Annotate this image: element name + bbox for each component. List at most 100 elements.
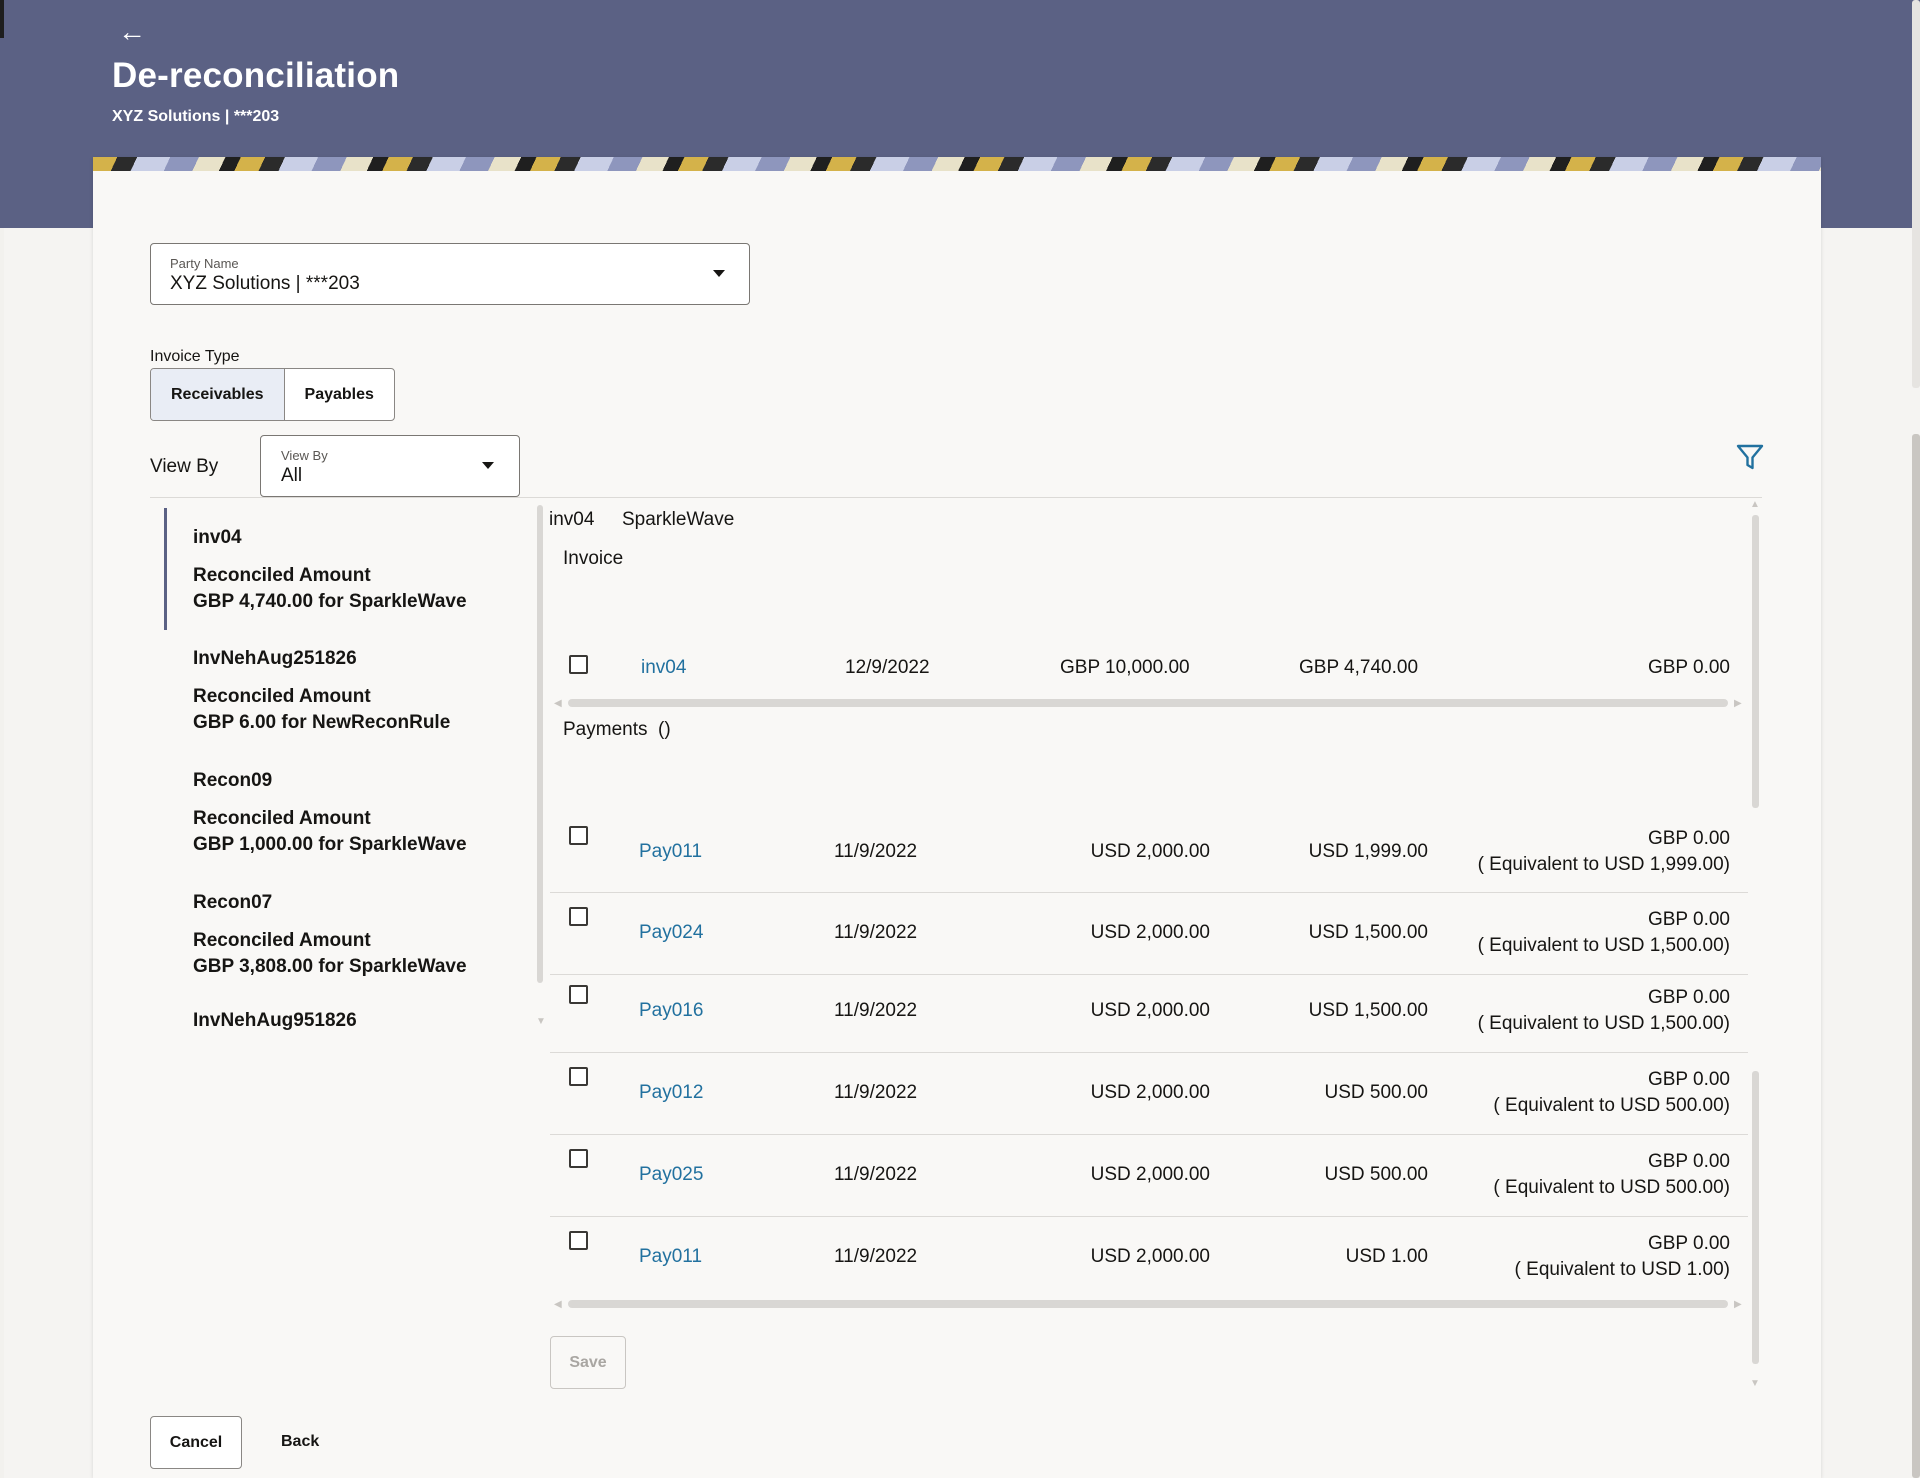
invoice-outstanding: GBP 0.00 bbox=[1647, 657, 1730, 678]
page-scrollbar-track bbox=[1912, 0, 1920, 388]
payment-reconciled: USD 1,999.00 bbox=[1308, 841, 1428, 862]
row-divider bbox=[550, 1134, 1748, 1135]
list-item-amount: Reconciled Amount GBP 6.00 for NewReconR… bbox=[193, 684, 450, 736]
payment-equivalent: ( Equivalent to USD 1,999.00) bbox=[1477, 854, 1730, 875]
payment-link[interactable]: Pay011 bbox=[639, 841, 702, 863]
party-name-value: XYZ Solutions | ***203 bbox=[170, 273, 360, 294]
invoice-date: 12/9/2022 bbox=[845, 657, 930, 678]
chevron-down-icon bbox=[713, 270, 725, 277]
scroll-down-icon[interactable]: ▼ bbox=[1750, 1378, 1760, 1389]
view-by-select[interactable]: View By All bbox=[260, 435, 520, 497]
party-name-select[interactable]: Party Name XYZ Solutions | ***203 bbox=[150, 243, 750, 305]
invoice-hscrollbar[interactable] bbox=[568, 699, 1728, 707]
payment-amount: USD 2,000.00 bbox=[1090, 1246, 1210, 1267]
list-item[interactable]: InvNehAug251826 Reconciled Amount GBP 6.… bbox=[193, 648, 450, 736]
filter-icon[interactable] bbox=[1735, 442, 1765, 472]
invoice-type-toggle: Receivables Payables bbox=[150, 368, 395, 421]
view-by-value: All bbox=[281, 465, 303, 486]
payment-date: 11/9/2022 bbox=[834, 1082, 918, 1103]
payment-amount: USD 2,000.00 bbox=[1090, 1082, 1210, 1103]
row-divider bbox=[550, 974, 1748, 975]
left-edge bbox=[0, 228, 4, 1478]
payments-heading: Payments () bbox=[563, 719, 671, 741]
page-subtitle: XYZ Solutions | ***203 bbox=[112, 108, 280, 125]
row-divider bbox=[550, 1052, 1748, 1053]
payment-reconciled: USD 500.00 bbox=[1324, 1164, 1428, 1185]
list-item[interactable]: InvNehAug951826 bbox=[193, 1010, 357, 1032]
payment-link[interactable]: Pay016 bbox=[639, 1000, 703, 1022]
payment-equivalent: ( Equivalent to USD 1,500.00) bbox=[1477, 935, 1730, 956]
amount-label: Reconciled Amount bbox=[193, 808, 371, 829]
receivables-option[interactable]: Receivables bbox=[151, 369, 285, 420]
save-button[interactable]: Save bbox=[550, 1336, 626, 1389]
list-item-title: Recon07 bbox=[193, 892, 273, 913]
payment-amount: USD 2,000.00 bbox=[1090, 1164, 1210, 1185]
payment-link[interactable]: Pay025 bbox=[639, 1164, 703, 1186]
scroll-right-icon[interactable]: ▶ bbox=[1734, 1299, 1742, 1310]
payment-checkbox[interactable] bbox=[569, 1149, 588, 1168]
list-item-title: inv04 bbox=[193, 527, 242, 548]
invoice-heading: Invoice bbox=[563, 548, 624, 569]
back-button[interactable]: Back bbox=[281, 1433, 319, 1451]
payment-link[interactable]: Pay012 bbox=[639, 1082, 703, 1104]
page-title: De-reconciliation bbox=[112, 56, 400, 95]
payment-checkbox[interactable] bbox=[569, 907, 588, 926]
payment-link[interactable]: Pay024 bbox=[639, 922, 703, 944]
payment-date: 11/9/2022 bbox=[834, 1000, 918, 1021]
payment-outstanding: GBP 0.00 bbox=[1647, 987, 1730, 1008]
list-item[interactable]: inv04 Reconciled Amount GBP 4,740.00 for… bbox=[193, 527, 467, 615]
payment-checkbox[interactable] bbox=[569, 1231, 588, 1250]
amount-label: Reconciled Amount bbox=[193, 686, 371, 707]
invoice-type-label: Invoice Type bbox=[150, 348, 240, 365]
scroll-left-icon[interactable]: ◀ bbox=[554, 698, 562, 709]
cancel-button[interactable]: Cancel bbox=[150, 1416, 242, 1469]
left-arrow-icon[interactable]: ← bbox=[118, 18, 146, 46]
payment-amount: USD 2,000.00 bbox=[1090, 1000, 1210, 1021]
amount-label: Reconciled Amount bbox=[193, 565, 371, 586]
payment-equivalent: ( Equivalent to USD 500.00) bbox=[1493, 1095, 1730, 1116]
payment-equivalent: ( Equivalent to USD 1,500.00) bbox=[1477, 1013, 1730, 1034]
amount-value: GBP 4,740.00 for SparkleWave bbox=[193, 591, 467, 612]
payment-checkbox[interactable] bbox=[569, 985, 588, 1004]
view-by-select-label: View By bbox=[281, 448, 328, 463]
amount-value: GBP 3,808.00 for SparkleWave bbox=[193, 956, 467, 977]
topbar-edge bbox=[0, 0, 4, 38]
detail-invoice-id: inv04 bbox=[549, 509, 595, 530]
scroll-right-icon[interactable]: ▶ bbox=[1734, 698, 1742, 709]
list-item-title: InvNehAug251826 bbox=[193, 648, 357, 669]
card-banner bbox=[93, 157, 1821, 171]
chevron-down-icon bbox=[482, 462, 494, 469]
detail-scrollbar[interactable] bbox=[1752, 515, 1759, 808]
payment-checkbox[interactable] bbox=[569, 1067, 588, 1086]
row-divider bbox=[550, 1216, 1748, 1217]
amount-label: Reconciled Amount bbox=[193, 930, 371, 951]
payment-date: 11/9/2022 bbox=[834, 841, 918, 862]
payment-outstanding: GBP 0.00 bbox=[1647, 1233, 1730, 1254]
payables-option[interactable]: Payables bbox=[285, 369, 394, 420]
list-item[interactable]: Recon07 Reconciled Amount GBP 3,808.00 f… bbox=[193, 892, 467, 980]
scroll-left-icon[interactable]: ◀ bbox=[554, 1299, 562, 1310]
payment-link[interactable]: Pay011 bbox=[639, 1246, 702, 1268]
list-item-amount: Reconciled Amount GBP 4,740.00 for Spark… bbox=[193, 563, 467, 615]
payment-reconciled: USD 1.00 bbox=[1345, 1246, 1428, 1267]
payment-reconciled: USD 1,500.00 bbox=[1308, 922, 1428, 943]
scroll-down-icon[interactable]: ▼ bbox=[536, 1016, 546, 1027]
scroll-up-icon[interactable]: ▲ bbox=[1750, 499, 1760, 510]
detail-party: SparkleWave bbox=[622, 509, 735, 530]
selected-indicator bbox=[164, 508, 167, 630]
payment-outstanding: GBP 0.00 bbox=[1647, 828, 1730, 849]
detail-scrollbar-lower[interactable] bbox=[1752, 1071, 1759, 1364]
side-list-scrollbar[interactable] bbox=[537, 505, 543, 983]
page-scrollbar[interactable] bbox=[1912, 434, 1920, 1478]
payment-reconciled: USD 500.00 bbox=[1324, 1082, 1428, 1103]
payment-reconciled: USD 1,500.00 bbox=[1308, 1000, 1428, 1021]
invoice-checkbox[interactable] bbox=[569, 655, 588, 674]
payments-hscrollbar[interactable] bbox=[568, 1300, 1728, 1308]
list-item[interactable]: Recon09 Reconciled Amount GBP 1,000.00 f… bbox=[193, 770, 467, 858]
amount-value: GBP 6.00 for NewReconRule bbox=[193, 712, 451, 733]
view-by-label: View By bbox=[150, 456, 219, 477]
payment-amount: USD 2,000.00 bbox=[1090, 922, 1210, 943]
payment-checkbox[interactable] bbox=[569, 826, 588, 845]
invoice-link[interactable]: inv04 bbox=[641, 657, 686, 679]
content-divider bbox=[150, 497, 1762, 498]
